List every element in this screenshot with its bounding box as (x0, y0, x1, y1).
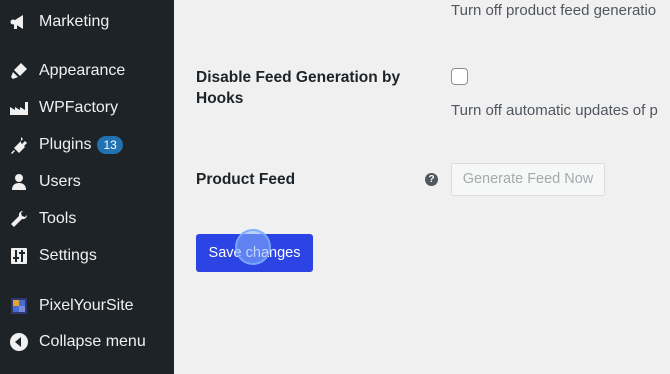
paintbrush-icon (9, 61, 29, 81)
sidebar-item-label: Marketing (39, 13, 110, 30)
sidebar-item-marketing[interactable]: Marketing (0, 5, 174, 39)
wrench-icon (9, 209, 29, 229)
sidebar-item-appearance[interactable]: Appearance (0, 54, 174, 88)
update-count-badge: 13 (97, 136, 123, 154)
save-changes-button[interactable]: Save changes (196, 234, 313, 272)
disable-feed-hooks-checkbox[interactable] (451, 68, 468, 85)
user-icon (9, 172, 29, 192)
settings-sliders-icon (9, 246, 29, 266)
disable-feed-hooks-label: Disable Feed Generation by Hooks (196, 69, 401, 107)
sidebar-item-label: Settings (39, 247, 97, 264)
sidebar-item-settings[interactable]: Settings (0, 239, 174, 273)
sidebar-item-label: Collapse menu (39, 333, 146, 350)
sidebar-item-label: Appearance (39, 62, 126, 79)
sidebar-item-tools[interactable]: Tools (0, 202, 174, 236)
sidebar-item-pixelyoursite[interactable]: PixelYourSite (0, 289, 174, 323)
plugin-icon (9, 135, 29, 155)
megaphone-icon (9, 12, 29, 32)
generate-feed-now-button[interactable]: Generate Feed Now (451, 163, 605, 196)
sidebar-item-label: Plugins (39, 136, 92, 153)
sidebar-item-plugins[interactable]: Plugins 13 (0, 128, 174, 162)
sidebar-item-label: Tools (39, 210, 77, 227)
admin-sidebar: Marketing Appearance WPFactory Plugins 1… (0, 0, 174, 374)
factory-icon (9, 98, 29, 118)
feed-generation-description: Turn off product feed generatio (451, 2, 657, 19)
collapse-arrow-icon (9, 332, 29, 352)
sidebar-item-users[interactable]: Users (0, 165, 174, 199)
disable-feed-hooks-description: Turn off automatic updates of p (451, 102, 658, 119)
help-icon[interactable]: ? (425, 173, 438, 186)
sidebar-item-label: Users (39, 173, 81, 190)
sidebar-item-label: WPFactory (39, 99, 119, 116)
sidebar-item-wpfactory[interactable]: WPFactory (0, 91, 174, 125)
sidebar-item-label: PixelYourSite (39, 297, 134, 314)
pixelyoursite-logo-icon (9, 296, 29, 316)
product-feed-label: Product Feed (196, 171, 296, 188)
settings-panel: Turn off product feed generatio Disable … (174, 0, 670, 374)
collapse-menu-button[interactable]: Collapse menu (0, 325, 174, 359)
